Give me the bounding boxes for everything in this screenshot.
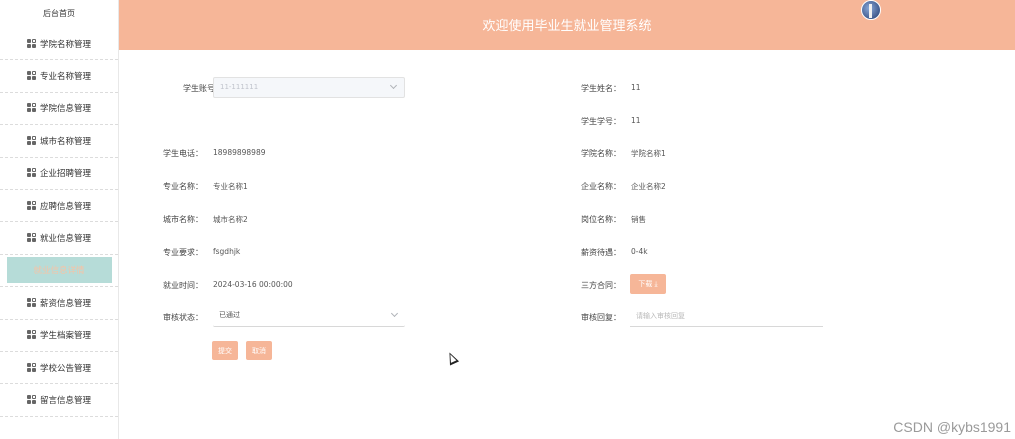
review-reply-input[interactable]: 请输入审核回复 (630, 306, 823, 327)
student-phone-label: 学生电话： (163, 149, 203, 158)
city-name-value: 城市名称2 (213, 215, 248, 224)
student-name-label: 学生姓名： (581, 84, 621, 93)
sidebar-item-label: 就业信息管理 (39, 234, 91, 245)
student-no-value: 11 (631, 116, 641, 125)
menu-icon (26, 168, 37, 178)
header: 欢迎使用毕业生就业管理系统 (119, 0, 1015, 50)
sidebar-item-city-name[interactable]: 城市名称管理 (0, 125, 118, 158)
menu-icon (26, 103, 37, 113)
chevron-down-icon (390, 309, 399, 318)
sidebar-item-label: 学院信息管理 (39, 104, 91, 115)
major-name-value: 专业名称1 (213, 182, 248, 191)
student-account-value: 11-111111 (220, 83, 259, 91)
major-name-label: 专业名称： (163, 182, 203, 191)
page-title: 欢迎使用毕业生就业管理系统 (482, 19, 652, 34)
cancel-button[interactable]: 取消 (246, 341, 272, 360)
sidebar: 后台首页 学院名称管理 专业名称管理 学院信息管理 城市名称管理 企业招聘管理 … (0, 0, 119, 439)
employ-time-value: 2024-03-16 00:00:00 (213, 280, 293, 289)
submit-button[interactable]: 提交 (212, 341, 238, 360)
city-name-label: 城市名称： (163, 215, 203, 224)
company-name-value: 企业名称2 (631, 182, 666, 191)
position-name-value: 销售 (631, 215, 646, 224)
sidebar-item-college-info[interactable]: 学院信息管理 (0, 93, 118, 126)
menu-icon (26, 394, 37, 405)
sidebar-item-school-notice[interactable]: 学校公告管理 (0, 352, 118, 385)
employ-time-label: 就业时间： (163, 281, 203, 290)
student-name-value: 11 (631, 83, 641, 92)
position-name-label: 岗位名称： (581, 215, 621, 224)
sidebar-item-label: 薪资信息管理 (39, 298, 91, 309)
chevron-down-icon (389, 81, 398, 90)
sidebar-item-student-archive[interactable]: 学生档案管理 (0, 320, 118, 352)
sidebar-item-messages[interactable]: 留言信息管理 (0, 384, 118, 417)
sidebar-item-label: 应聘信息管理 (39, 201, 91, 212)
menu-icon (26, 135, 37, 146)
sidebar-item-label: 专业名称管理 (39, 72, 91, 83)
review-status-label: 审核状态： (163, 313, 203, 322)
avatar[interactable] (861, 0, 881, 20)
sidebar-item-application[interactable]: 应聘信息管理 (0, 190, 118, 223)
menu-icon (26, 297, 37, 308)
student-account-select[interactable]: 11-111111 (213, 77, 405, 98)
sidebar-item-major-name[interactable]: 专业名称管理 (0, 60, 118, 93)
menu-icon (26, 71, 37, 81)
college-name-value: 学院名称1 (631, 149, 666, 158)
review-status-select[interactable]: 已通过 (213, 306, 405, 327)
sidebar-item-recruitment[interactable]: 企业招聘管理 (0, 158, 118, 190)
menu-icon (26, 362, 37, 373)
salary-label: 薪资待遇： (581, 248, 621, 257)
menu-icon (26, 330, 37, 340)
sidebar-item-employment[interactable]: 就业信息管理 (0, 222, 118, 255)
sidebar-item-label: 学院名称管理 (39, 39, 91, 50)
sidebar-item-salary[interactable]: 薪资信息管理 (0, 287, 118, 320)
sidebar-item-label: 就业信息详情 (6, 257, 112, 284)
watermark: CSDN @kybs1991 (893, 419, 1011, 435)
sidebar-item-employment-detail[interactable]: 就业信息详情 (0, 254, 118, 288)
sidebar-item-college-name[interactable]: 学院名称管理 (0, 28, 118, 61)
sidebar-item-label: 学生档案管理 (39, 331, 91, 342)
contract-label: 三方合同： (581, 281, 621, 290)
college-name-label: 学院名称： (581, 149, 621, 158)
menu-icon (26, 200, 37, 211)
download-contract-button[interactable]: 下载 ⤓ (630, 274, 666, 294)
sidebar-home[interactable]: 后台首页 (0, 0, 118, 28)
student-phone-value: 18989898989 (213, 148, 266, 157)
detail-form: 学生账号： 11-111111 学生姓名： 11 学生学号： 11 学生电话： … (119, 50, 1015, 439)
major-req-value: fsgdhjk (213, 247, 241, 256)
salary-value: 0-4k (631, 247, 648, 256)
review-reply-label: 审核回复： (581, 313, 621, 322)
sidebar-item-label: 留言信息管理 (39, 395, 91, 406)
sidebar-item-label: 企业招聘管理 (39, 169, 91, 180)
menu-icon (26, 38, 37, 49)
sidebar-item-label: 学校公告管理 (39, 363, 91, 374)
company-name-label: 企业名称： (581, 182, 621, 191)
review-status-value: 已通过 (219, 311, 240, 319)
student-no-label: 学生学号： (581, 117, 621, 126)
major-req-label: 专业要求： (163, 248, 203, 257)
sidebar-item-label: 城市名称管理 (39, 136, 91, 147)
menu-icon (26, 233, 37, 243)
